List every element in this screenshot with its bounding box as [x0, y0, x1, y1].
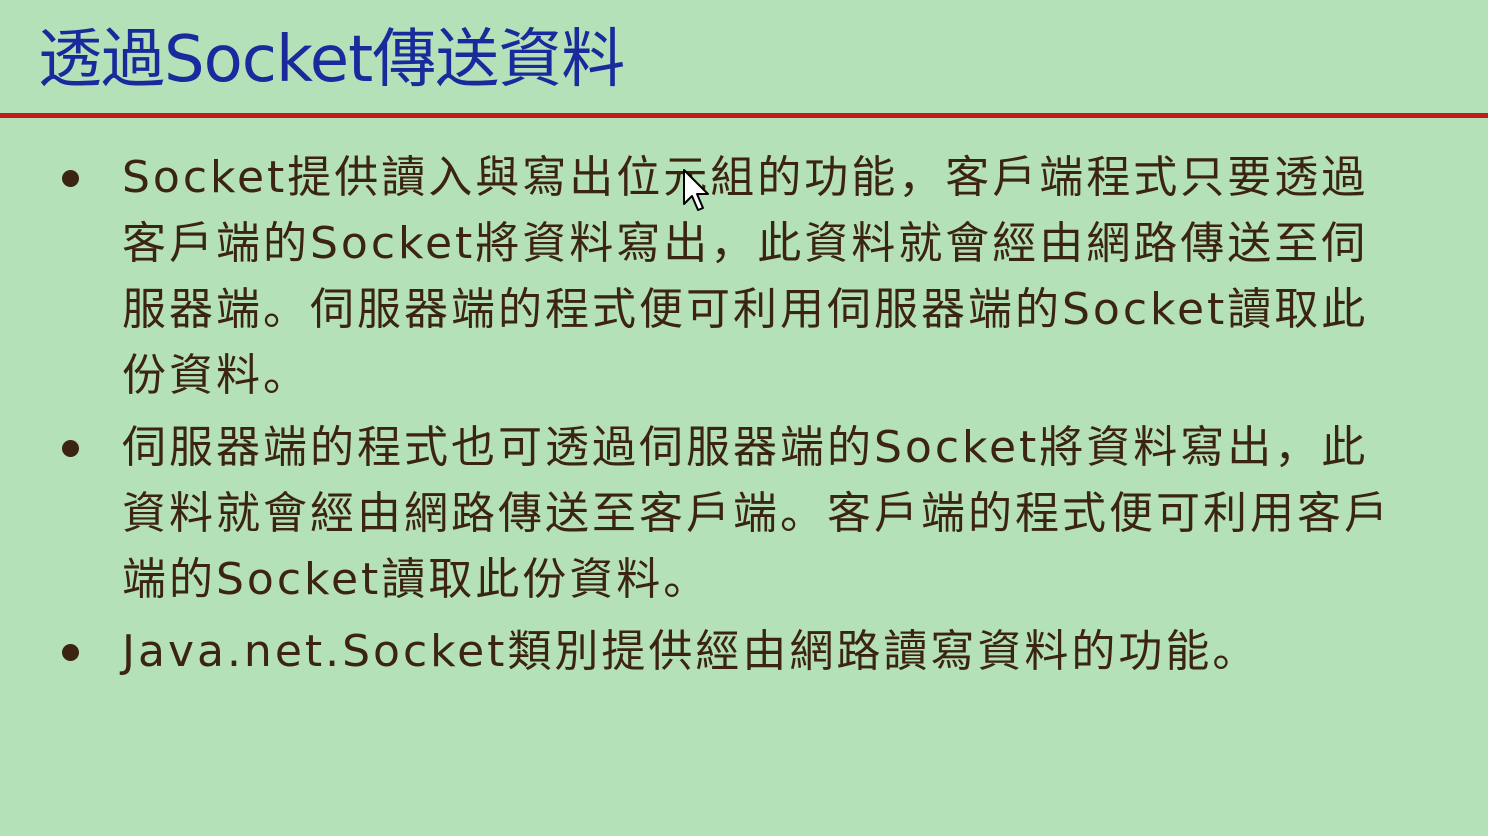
- bullet-item: 伺服器端的程式也可透過伺服器端的Socket將資料寫出，此資料就會經由網路傳送至…: [0, 415, 1397, 613]
- bullet-dot-icon: [62, 440, 79, 457]
- bullet-item: Java.net.Socket類別提供經由網路讀寫資料的功能。: [0, 619, 1397, 685]
- bullet-dot-icon: [62, 170, 79, 187]
- bullet-text: Java.net.Socket類別提供經由網路讀寫資料的功能。: [122, 626, 1260, 677]
- bullet-dot-icon: [62, 644, 79, 661]
- bullet-text: 伺服器端的程式也可透過伺服器端的Socket將資料寫出，此資料就會經由網路傳送至…: [122, 422, 1391, 605]
- bullet-list: Socket提供讀入與寫出位元組的功能，客戶端程式只要透過客戶端的Socket將…: [0, 145, 1488, 691]
- title-divider: [0, 113, 1488, 118]
- slide-title: 透過Socket傳送資料: [38, 23, 625, 97]
- mouse-cursor-icon: [683, 169, 709, 211]
- bullet-text: Socket提供讀入與寫出位元組的功能，客戶端程式只要透過客戶端的Socket將…: [122, 152, 1369, 401]
